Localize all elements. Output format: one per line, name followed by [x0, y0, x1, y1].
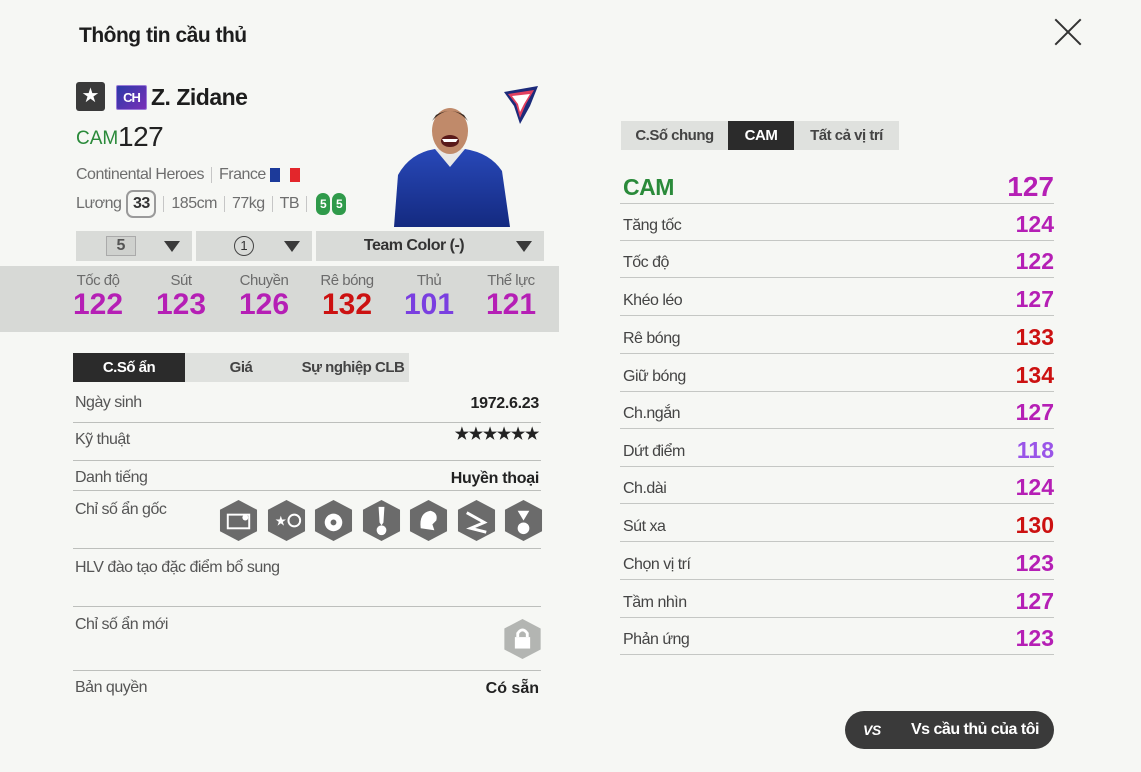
chevron-down-icon	[516, 241, 532, 252]
salary-label: Lương	[76, 195, 122, 213]
birthdate-value: 1972.6.23	[470, 395, 540, 412]
tab-hidden-stats[interactable]: C.Số ẩn	[73, 353, 185, 382]
skill-row: Kỹ thuật ★★★★★★	[73, 423, 541, 461]
stat-dribbling: Rê bóng 132	[320, 272, 374, 321]
skill-label: Kỹ thuật	[75, 431, 130, 448]
compare-button-label: Vs cầu thủ của tôi	[911, 721, 1039, 738]
close-icon[interactable]	[1052, 16, 1084, 48]
right-foot-icon: 5	[332, 193, 347, 215]
tie-ball-icon[interactable]	[362, 499, 401, 542]
tab-club-career[interactable]: Sự nghiệp CLB	[297, 353, 409, 382]
stat-pace: Tốc độ 122	[72, 272, 124, 321]
upgrade-select[interactable]: 5	[76, 231, 192, 261]
beach-ball-icon[interactable]	[504, 499, 543, 542]
position-stat-row: Ch.dài 124	[620, 467, 1054, 504]
position-stat-row: Sút xa 130	[620, 504, 1054, 542]
left-tabs: C.Số ẩn Giá Sự nghiệp CLB	[73, 353, 409, 382]
weight-value: 77kg	[231, 195, 265, 213]
position-header-value: 127	[1007, 171, 1054, 202]
soccer-ball-icon[interactable]	[314, 499, 353, 542]
new-traits-label: Chỉ số ẩn mới	[75, 616, 168, 633]
copyright-value: Có sẵn	[485, 680, 539, 697]
skill-stars: ★★★★★★	[454, 426, 540, 443]
position-stat-row: Ch.ngắn 127	[620, 392, 1054, 429]
position-stat-row: Chọn vị trí 123	[620, 542, 1054, 580]
france-flag-icon	[269, 167, 300, 182]
position-stat-row: Dứt điểm 118	[620, 429, 1054, 467]
lion-head-icon[interactable]	[409, 499, 448, 542]
tab-general-stats[interactable]: C.Số chung	[621, 121, 728, 150]
stat-shooting: Sút 123	[155, 272, 207, 321]
main-stats-bar: Tốc độ 122 Sút 123 Chuyền 126 Rê bóng 132 Th…	[0, 266, 559, 332]
tab-position-cam[interactable]: CAM	[728, 121, 794, 150]
position-stat-row: Rê bóng 133	[620, 316, 1054, 354]
position-stat-row: Tăng tốc 124	[620, 204, 1054, 241]
season-name: Continental Heroes	[76, 166, 204, 183]
player-ovr: 127	[118, 121, 164, 152]
player-portrait	[394, 108, 510, 227]
traits-list: ★	[215, 499, 543, 547]
tab-price[interactable]: Giá	[185, 353, 297, 382]
tab-all-positions[interactable]: Tất cả vị trí	[794, 121, 899, 150]
physical-row: Lương 33 185cm 77kg TB 5 5	[76, 190, 347, 218]
copyright-row: Bản quyền Có sẵn	[73, 671, 541, 705]
compare-search-icon: VS	[863, 722, 881, 738]
season-badge: CH	[116, 85, 147, 110]
level-value: 1	[234, 235, 254, 256]
reputation-label: Danh tiếng	[75, 469, 148, 486]
reputation-row: Danh tiếng Huyền thoại	[73, 461, 541, 491]
position-header-label: CAM	[623, 174, 674, 200]
level-select[interactable]: 1	[196, 231, 312, 261]
team-color-value: Team Color (-)	[363, 237, 465, 254]
team-color-select[interactable]: Team Color (-)	[316, 231, 544, 261]
stat-defending: Thủ 101	[403, 272, 455, 321]
goalkeeper-net-icon[interactable]	[219, 499, 258, 542]
chevron-down-icon	[164, 241, 180, 252]
page-title: Thông tin cầu thủ	[79, 24, 247, 47]
left-foot-icon: 5	[316, 193, 331, 215]
route-icon[interactable]	[457, 499, 496, 542]
height-value: 185cm	[171, 195, 217, 213]
star-swirl-icon[interactable]: ★	[267, 499, 306, 542]
compare-my-player-button[interactable]: VS Vs cầu thủ của tôi	[845, 711, 1054, 749]
traits-label: Chỉ số ẩn gốc	[75, 501, 167, 518]
salary-value: 33	[126, 190, 157, 218]
upgrade-value: 5	[106, 235, 136, 256]
body-type: TB	[279, 195, 300, 213]
season-nation-row: Continental Heroes France	[76, 166, 300, 184]
position-stat-row: Giữ bóng 134	[620, 354, 1054, 392]
reputation-value: Huyền thoại	[450, 470, 540, 487]
lock-icon[interactable]	[503, 618, 542, 660]
right-tabs: C.Số chung CAM Tất cả vị trí	[621, 121, 899, 150]
favorite-star-icon[interactable]: ★	[76, 82, 105, 111]
coach-traits-row: HLV đào tạo đặc điểm bổ sung	[73, 549, 541, 607]
position-stat-row: Tầm nhìn 127	[620, 580, 1054, 618]
new-traits-row: Chỉ số ẩn mới	[73, 607, 541, 671]
birthdate-row: Ngày sinh 1972.6.23	[73, 386, 541, 423]
position-stat-row: Khéo léo 127	[620, 278, 1054, 316]
position-header-row: CAM 127	[620, 166, 1054, 204]
coach-traits-label: HLV đào tạo đặc điểm bổ sung	[75, 559, 280, 576]
stat-passing: Chuyền 126	[238, 272, 290, 321]
position-stat-row: Phản ứng 123	[620, 618, 1054, 655]
position-stat-row: Tốc độ 122	[620, 241, 1054, 278]
nation-name: France	[218, 166, 266, 183]
chevron-down-icon	[284, 241, 300, 252]
stat-physical: Thể lực 121	[485, 272, 537, 321]
birthdate-label: Ngày sinh	[75, 394, 142, 411]
svg-text:★: ★	[275, 513, 287, 528]
copyright-label: Bản quyền	[75, 679, 148, 696]
player-name: Z. Zidane	[151, 84, 248, 110]
original-traits-row: Chỉ số ẩn gốc ★	[73, 491, 543, 549]
player-position: CAM	[76, 128, 119, 149]
